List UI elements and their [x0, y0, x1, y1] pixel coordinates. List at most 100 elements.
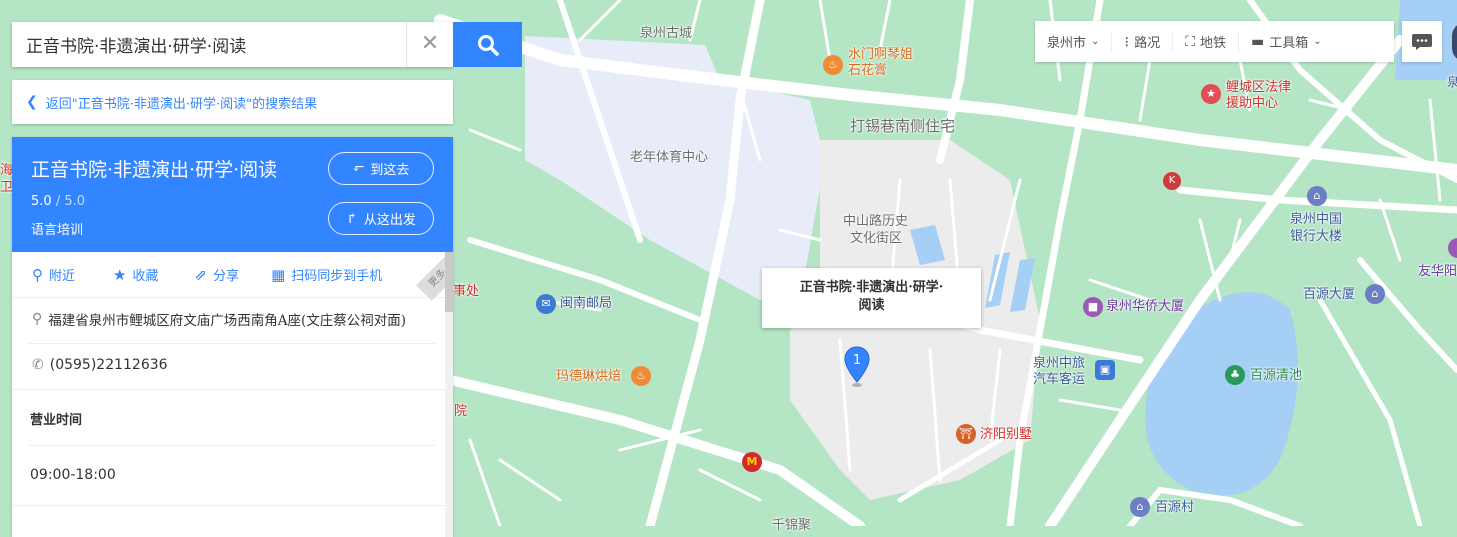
- go-here-button[interactable]: ⬐ 到这去: [328, 152, 434, 185]
- map-marker-pin-icon[interactable]: 1: [843, 346, 871, 388]
- nearby-label: 附近: [49, 269, 76, 284]
- label-legal-1[interactable]: 鲤城区法律: [1226, 80, 1291, 96]
- sync-label: 扫码同步到手机: [291, 269, 383, 284]
- phone-icon: ✆: [32, 357, 44, 373]
- subway-button[interactable]: ⛶ 地铁: [1172, 30, 1238, 53]
- divider: [29, 343, 435, 344]
- traffic-label: 路况: [1134, 36, 1161, 51]
- traffic-button[interactable]: ⁝ 路况: [1111, 30, 1172, 53]
- label-shihuagao[interactable]: 石花膏: [848, 63, 887, 79]
- label-baiyuan-pool[interactable]: 百源清池: [1250, 368, 1302, 384]
- hours-title: 营业时间: [30, 413, 83, 428]
- label-zhongshan-1[interactable]: 中山路历史: [843, 214, 908, 230]
- phone-text: (0595)22112636: [49, 357, 168, 373]
- share-label: 分享: [213, 269, 240, 284]
- chat-icon: [1412, 33, 1432, 50]
- search-box: ✕: [12, 22, 453, 67]
- callout-line-1: 正音书院·非遗演出·研学·: [799, 280, 944, 295]
- map-toolbar: 泉州市 ⌄ ⁝ 路况 ⛶ 地铁 ▬ 工具箱 ⌄: [1035, 21, 1394, 62]
- chevron-left-icon: ❮: [26, 94, 38, 110]
- go-here-label: 到这去: [370, 163, 410, 178]
- divider: [12, 505, 445, 506]
- place-header: 正音书院·非遗演出·研学·阅读 5.0 / 5.0 语言培训 ⬐ 到这去 ↱ 从…: [12, 137, 453, 252]
- label-dazi[interactable]: 打锡巷南侧住宅: [850, 118, 955, 134]
- label-huaqiao[interactable]: 泉州华侨大厦: [1106, 299, 1184, 315]
- favorite-label: 收藏: [132, 269, 159, 284]
- label-baiyuan-tower[interactable]: 百源大厦: [1303, 287, 1355, 303]
- share-button[interactable]: ⇗ 分享: [194, 265, 240, 285]
- legal-icon[interactable]: ★: [1201, 84, 1221, 104]
- from-here-label: 从这出发: [363, 213, 416, 228]
- message-button[interactable]: [1402, 21, 1442, 62]
- toolbox-button[interactable]: ▬ 工具箱 ⌄: [1238, 30, 1334, 53]
- back-to-results-link[interactable]: ❮ 返回"正音书院·非遗演出·研学·阅读"的搜索结果: [12, 80, 453, 124]
- close-icon: ✕: [420, 31, 440, 56]
- subway-label: 地铁: [1200, 36, 1227, 51]
- phone-row: ✆ (0595)22112636: [12, 357, 442, 373]
- label-zhonglv-1[interactable]: 泉州中旅: [1033, 356, 1085, 372]
- post-office-icon[interactable]: ✉: [536, 294, 556, 314]
- building-icon[interactable]: ⌂: [1365, 284, 1385, 304]
- favorite-button[interactable]: ★ 收藏: [113, 265, 159, 285]
- label-boc-2[interactable]: 银行大楼: [1290, 229, 1342, 245]
- city-label: 泉州市: [1047, 36, 1087, 51]
- divider: [29, 445, 435, 446]
- share-icon: ⇗: [194, 265, 208, 284]
- label-shichu[interactable]: 事处: [453, 284, 479, 300]
- map-marker-number: 1: [853, 353, 861, 368]
- label-shuimen[interactable]: 水门啊琴姐: [848, 47, 913, 63]
- mcdonalds-icon[interactable]: M: [742, 452, 762, 472]
- route-from-icon: ↱: [346, 210, 358, 227]
- location-pin-icon: ⚲: [32, 311, 43, 327]
- address-row: ⚲ 福建省泉州市鲤城区府文庙广场西南角A座(文庄蔡公祠对面): [12, 309, 442, 329]
- label-edge-q[interactable]: 泉: [1447, 74, 1457, 90]
- action-bar: ⚲ 附近 ★ 收藏 ⇗ 分享 ▦ 扫码同步到手机: [12, 252, 453, 298]
- callout-line-2: 阅读: [858, 298, 885, 313]
- label-youhua[interactable]: 友华阳: [1418, 264, 1457, 280]
- label-jiyang[interactable]: 济阳别墅: [980, 427, 1032, 443]
- rating-value: 5.0: [31, 194, 52, 209]
- place-rating: 5.0 / 5.0: [31, 194, 85, 209]
- address-text: 福建省泉州市鲤城区府文庙广场西南角A座(文庄蔡公祠对面): [48, 313, 407, 329]
- clear-search-button[interactable]: ✕: [406, 22, 453, 67]
- park-icon[interactable]: ♣: [1225, 365, 1245, 385]
- search-button[interactable]: [453, 22, 522, 67]
- restaurant-icon[interactable]: ♨: [823, 55, 843, 75]
- label-zhonglv-2[interactable]: 汽车客运: [1033, 372, 1085, 388]
- attraction-icon[interactable]: ⛩: [956, 424, 976, 444]
- toolbox-icon: ▬: [1251, 33, 1265, 50]
- chevron-down-icon: ⌄: [1313, 36, 1322, 47]
- place-callout[interactable]: 正音书院·非遗演出·研学· 阅读: [762, 268, 981, 328]
- label-minnan-post[interactable]: 闽南邮局: [560, 296, 612, 312]
- nearby-button[interactable]: ⚲ 附近: [32, 265, 76, 285]
- label-quanzhou-gucheng[interactable]: 泉州古城: [640, 26, 692, 42]
- subway-icon: ⛶: [1185, 33, 1196, 50]
- label-yuan[interactable]: 院: [454, 404, 467, 420]
- toolbox-label: 工具箱: [1269, 36, 1309, 51]
- panel-scrollbar-thumb[interactable]: [445, 252, 453, 312]
- bakery-icon[interactable]: ♨: [631, 366, 651, 386]
- label-boc-1[interactable]: 泉州中国: [1290, 212, 1342, 228]
- label-laonian[interactable]: 老年体育中心: [630, 150, 708, 166]
- bus-station-icon[interactable]: ▣: [1095, 360, 1115, 380]
- label-zhongshan-2[interactable]: 文化街区: [850, 231, 902, 247]
- search-input[interactable]: [12, 22, 404, 67]
- label-baiyuan-village[interactable]: 百源村: [1155, 500, 1194, 516]
- kfc-icon[interactable]: K: [1163, 172, 1181, 190]
- route-to-icon: ⬐: [352, 160, 365, 177]
- hotel-icon[interactable]: ■: [1083, 297, 1103, 317]
- qr-code-icon: ▦: [271, 265, 286, 284]
- bank-icon[interactable]: ⌂: [1307, 186, 1327, 206]
- village-icon[interactable]: ⌂: [1130, 497, 1150, 517]
- place-title: 正音书院·非遗演出·研学·阅读: [31, 159, 278, 181]
- chevron-down-icon: ⌄: [1091, 36, 1100, 47]
- rating-max: / 5.0: [51, 194, 86, 209]
- sync-to-phone-button[interactable]: ▦ 扫码同步到手机: [271, 265, 383, 285]
- traffic-light-icon: ⁝: [1124, 32, 1130, 51]
- label-legal-2[interactable]: 援助中心: [1226, 96, 1278, 112]
- label-qianjin[interactable]: 千锦聚: [772, 518, 811, 534]
- from-here-button[interactable]: ↱ 从这出发: [328, 202, 434, 235]
- label-madelin[interactable]: 玛德琳烘焙: [556, 369, 621, 385]
- search-icon: [477, 34, 499, 56]
- city-selector[interactable]: 泉州市 ⌄: [1035, 31, 1111, 53]
